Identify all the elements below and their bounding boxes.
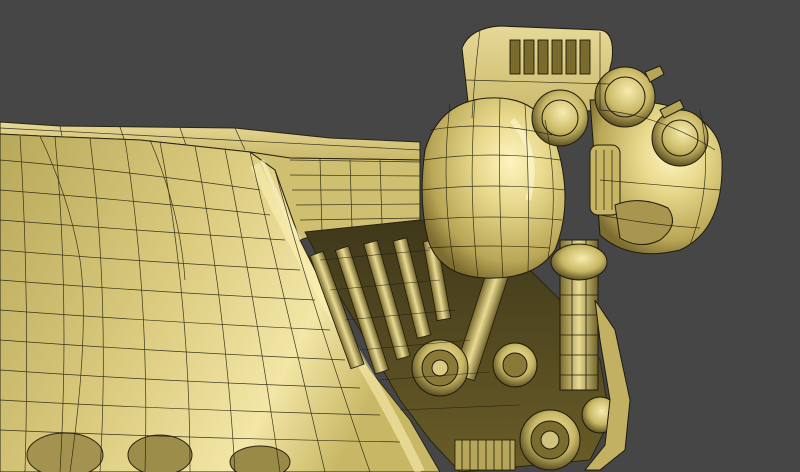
sensor-sphere xyxy=(594,66,656,128)
sensor-sphere xyxy=(651,109,709,167)
model-render xyxy=(0,25,723,472)
3d-viewport[interactable] xyxy=(0,0,800,472)
sensor-sphere xyxy=(531,89,589,147)
